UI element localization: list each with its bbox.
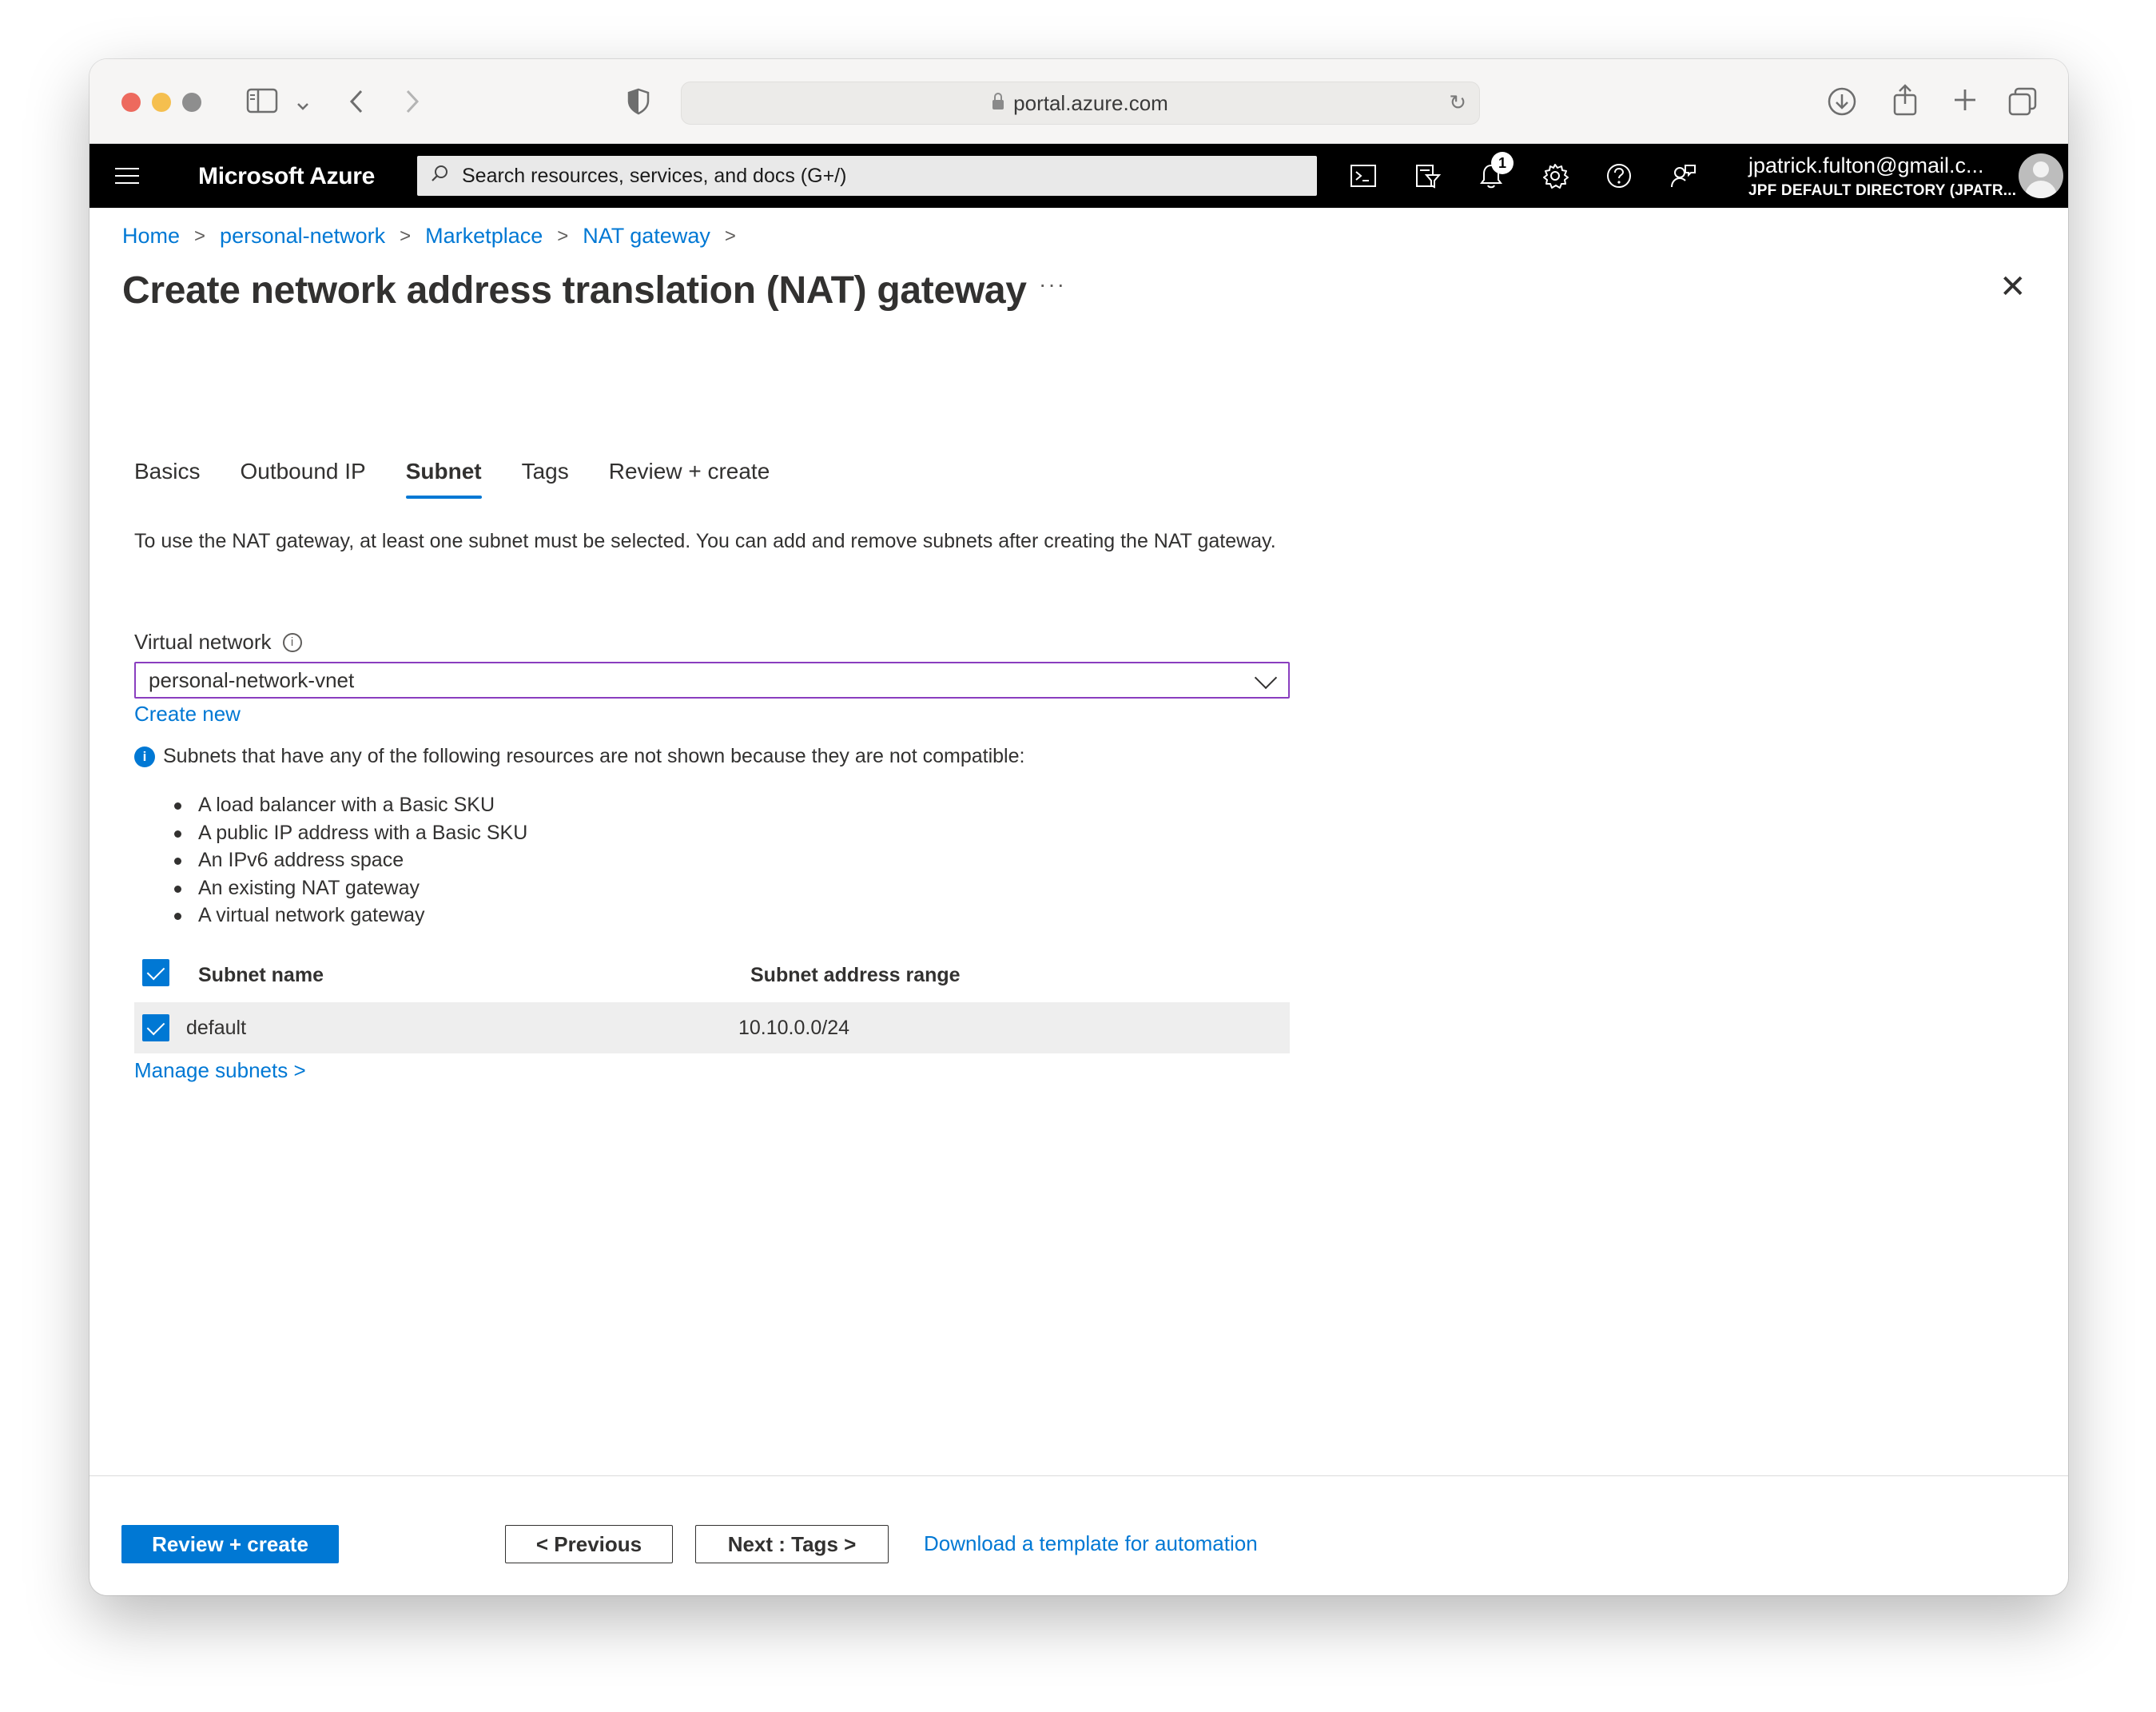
virtual-network-label-text: Virtual network: [134, 630, 272, 654]
chevron-down-icon[interactable]: [296, 91, 310, 118]
incompatible-resources-list: A load balancer with a Basic SKU A publi…: [173, 791, 527, 930]
breadcrumb-personal-network[interactable]: personal-network: [220, 224, 385, 249]
virtual-network-label: Virtual network i: [134, 630, 302, 655]
back-arrow-icon[interactable]: [347, 88, 366, 120]
chevron-right-icon: >: [724, 225, 736, 247]
row-checkbox[interactable]: [142, 1014, 169, 1041]
breadcrumb-marketplace[interactable]: Marketplace: [425, 224, 543, 249]
search-icon: [430, 164, 449, 189]
chevron-down-icon: [1254, 666, 1278, 690]
subnet-name-cell: default: [186, 1017, 247, 1039]
tab-outbound-ip[interactable]: Outbound IP: [240, 459, 365, 499]
wizard-tabs: Basics Outbound IP Subnet Tags Review + …: [134, 459, 809, 499]
feedback-icon[interactable]: [1665, 158, 1701, 193]
create-new-link[interactable]: Create new: [134, 702, 241, 727]
help-question-icon[interactable]: [1601, 158, 1637, 193]
search-placeholder: Search resources, services, and docs (G+…: [462, 164, 847, 187]
review-create-button[interactable]: Review + create: [121, 1525, 339, 1563]
subnet-description: To use the NAT gateway, at least one sub…: [134, 530, 1276, 552]
new-tab-plus-icon[interactable]: [1951, 86, 1979, 118]
virtual-network-dropdown[interactable]: personal-network-vnet: [134, 662, 1290, 699]
portal-header: Microsoft Azure Search resources, servic…: [90, 144, 2068, 208]
virtual-network-value: personal-network-vnet: [149, 667, 355, 692]
tab-review-create[interactable]: Review + create: [609, 459, 770, 499]
sidebar-toggle-icon[interactable]: [246, 88, 278, 118]
chevron-right-icon: >: [400, 225, 412, 247]
minimize-window-button[interactable]: [152, 93, 171, 112]
footer-divider: [90, 1475, 2068, 1476]
tab-subnet[interactable]: Subnet: [405, 459, 482, 499]
table-row[interactable]: default 10.10.0.0/24: [134, 1002, 1290, 1053]
info-filled-icon: i: [134, 746, 155, 767]
forward-arrow-icon[interactable]: [403, 88, 422, 120]
subnet-range-cell: 10.10.0.0/24: [738, 1017, 850, 1039]
info-icon[interactable]: i: [282, 632, 302, 652]
subnet-table-header: Subnet name Subnet address range: [134, 954, 1290, 994]
manage-subnets-link[interactable]: Manage subnets >: [134, 1058, 306, 1083]
list-item: A virtual network gateway: [173, 902, 527, 930]
notification-count-badge: 1: [1491, 152, 1514, 174]
reload-icon[interactable]: ↻: [1449, 90, 1466, 115]
close-window-button[interactable]: [121, 93, 141, 112]
list-item: An existing NAT gateway: [173, 874, 527, 902]
download-template-link[interactable]: Download a template for automation: [924, 1531, 1258, 1556]
url-text: portal.azure.com: [1013, 90, 1168, 115]
settings-gear-icon[interactable]: [1537, 158, 1573, 193]
tab-basics[interactable]: Basics: [134, 459, 200, 499]
breadcrumb-nat-gateway[interactable]: NAT gateway: [583, 224, 710, 249]
list-item: A load balancer with a Basic SKU: [173, 791, 527, 819]
chevron-right-icon: >: [194, 225, 206, 247]
avatar[interactable]: [2019, 153, 2063, 198]
directory-filter-icon[interactable]: [1410, 158, 1445, 193]
share-icon[interactable]: [1892, 83, 1918, 121]
user-directory[interactable]: JPF DEFAULT DIRECTORY (JPATR...: [1748, 182, 2016, 200]
column-subnet-name: Subnet name: [198, 964, 324, 986]
more-options-icon[interactable]: ···: [1039, 272, 1066, 297]
close-icon[interactable]: ✕: [1999, 269, 2027, 305]
compatibility-info-text: Subnets that have any of the following r…: [163, 745, 1025, 767]
breadcrumb-home[interactable]: Home: [122, 224, 180, 249]
address-bar[interactable]: portal.azure.com ↻: [681, 82, 1480, 125]
maximize-window-button[interactable]: [182, 93, 201, 112]
page-title: Create network address translation (NAT)…: [122, 269, 1027, 312]
compatibility-info: i Subnets that have any of the following…: [134, 745, 1024, 768]
browser-toolbar: portal.azure.com ↻: [90, 59, 2068, 144]
column-subnet-range: Subnet address range: [750, 964, 961, 986]
brand-title[interactable]: Microsoft Azure: [198, 163, 375, 190]
tab-overview-icon[interactable]: [2007, 86, 2038, 121]
global-search-input[interactable]: Search resources, services, and docs (G+…: [417, 156, 1317, 196]
next-tags-button[interactable]: Next : Tags >: [695, 1525, 889, 1563]
user-email[interactable]: jpatrick.fulton@gmail.c...: [1748, 153, 1984, 178]
breadcrumb: Home > personal-network > Marketplace > …: [122, 224, 750, 249]
select-all-checkbox[interactable]: [142, 959, 169, 986]
browser-window: portal.azure.com ↻ Microsoft Azure Searc…: [90, 59, 2068, 1595]
list-item: An IPv6 address space: [173, 846, 527, 874]
download-icon[interactable]: [1827, 86, 1857, 121]
tab-tags[interactable]: Tags: [522, 459, 569, 499]
list-item: A public IP address with a Basic SKU: [173, 819, 527, 847]
hamburger-menu-icon[interactable]: [115, 168, 139, 184]
privacy-shield-icon[interactable]: [627, 88, 650, 120]
cloud-shell-icon[interactable]: [1346, 158, 1381, 193]
chevron-right-icon: >: [557, 225, 569, 247]
lock-icon: [992, 93, 1004, 109]
previous-button[interactable]: < Previous: [505, 1525, 673, 1563]
